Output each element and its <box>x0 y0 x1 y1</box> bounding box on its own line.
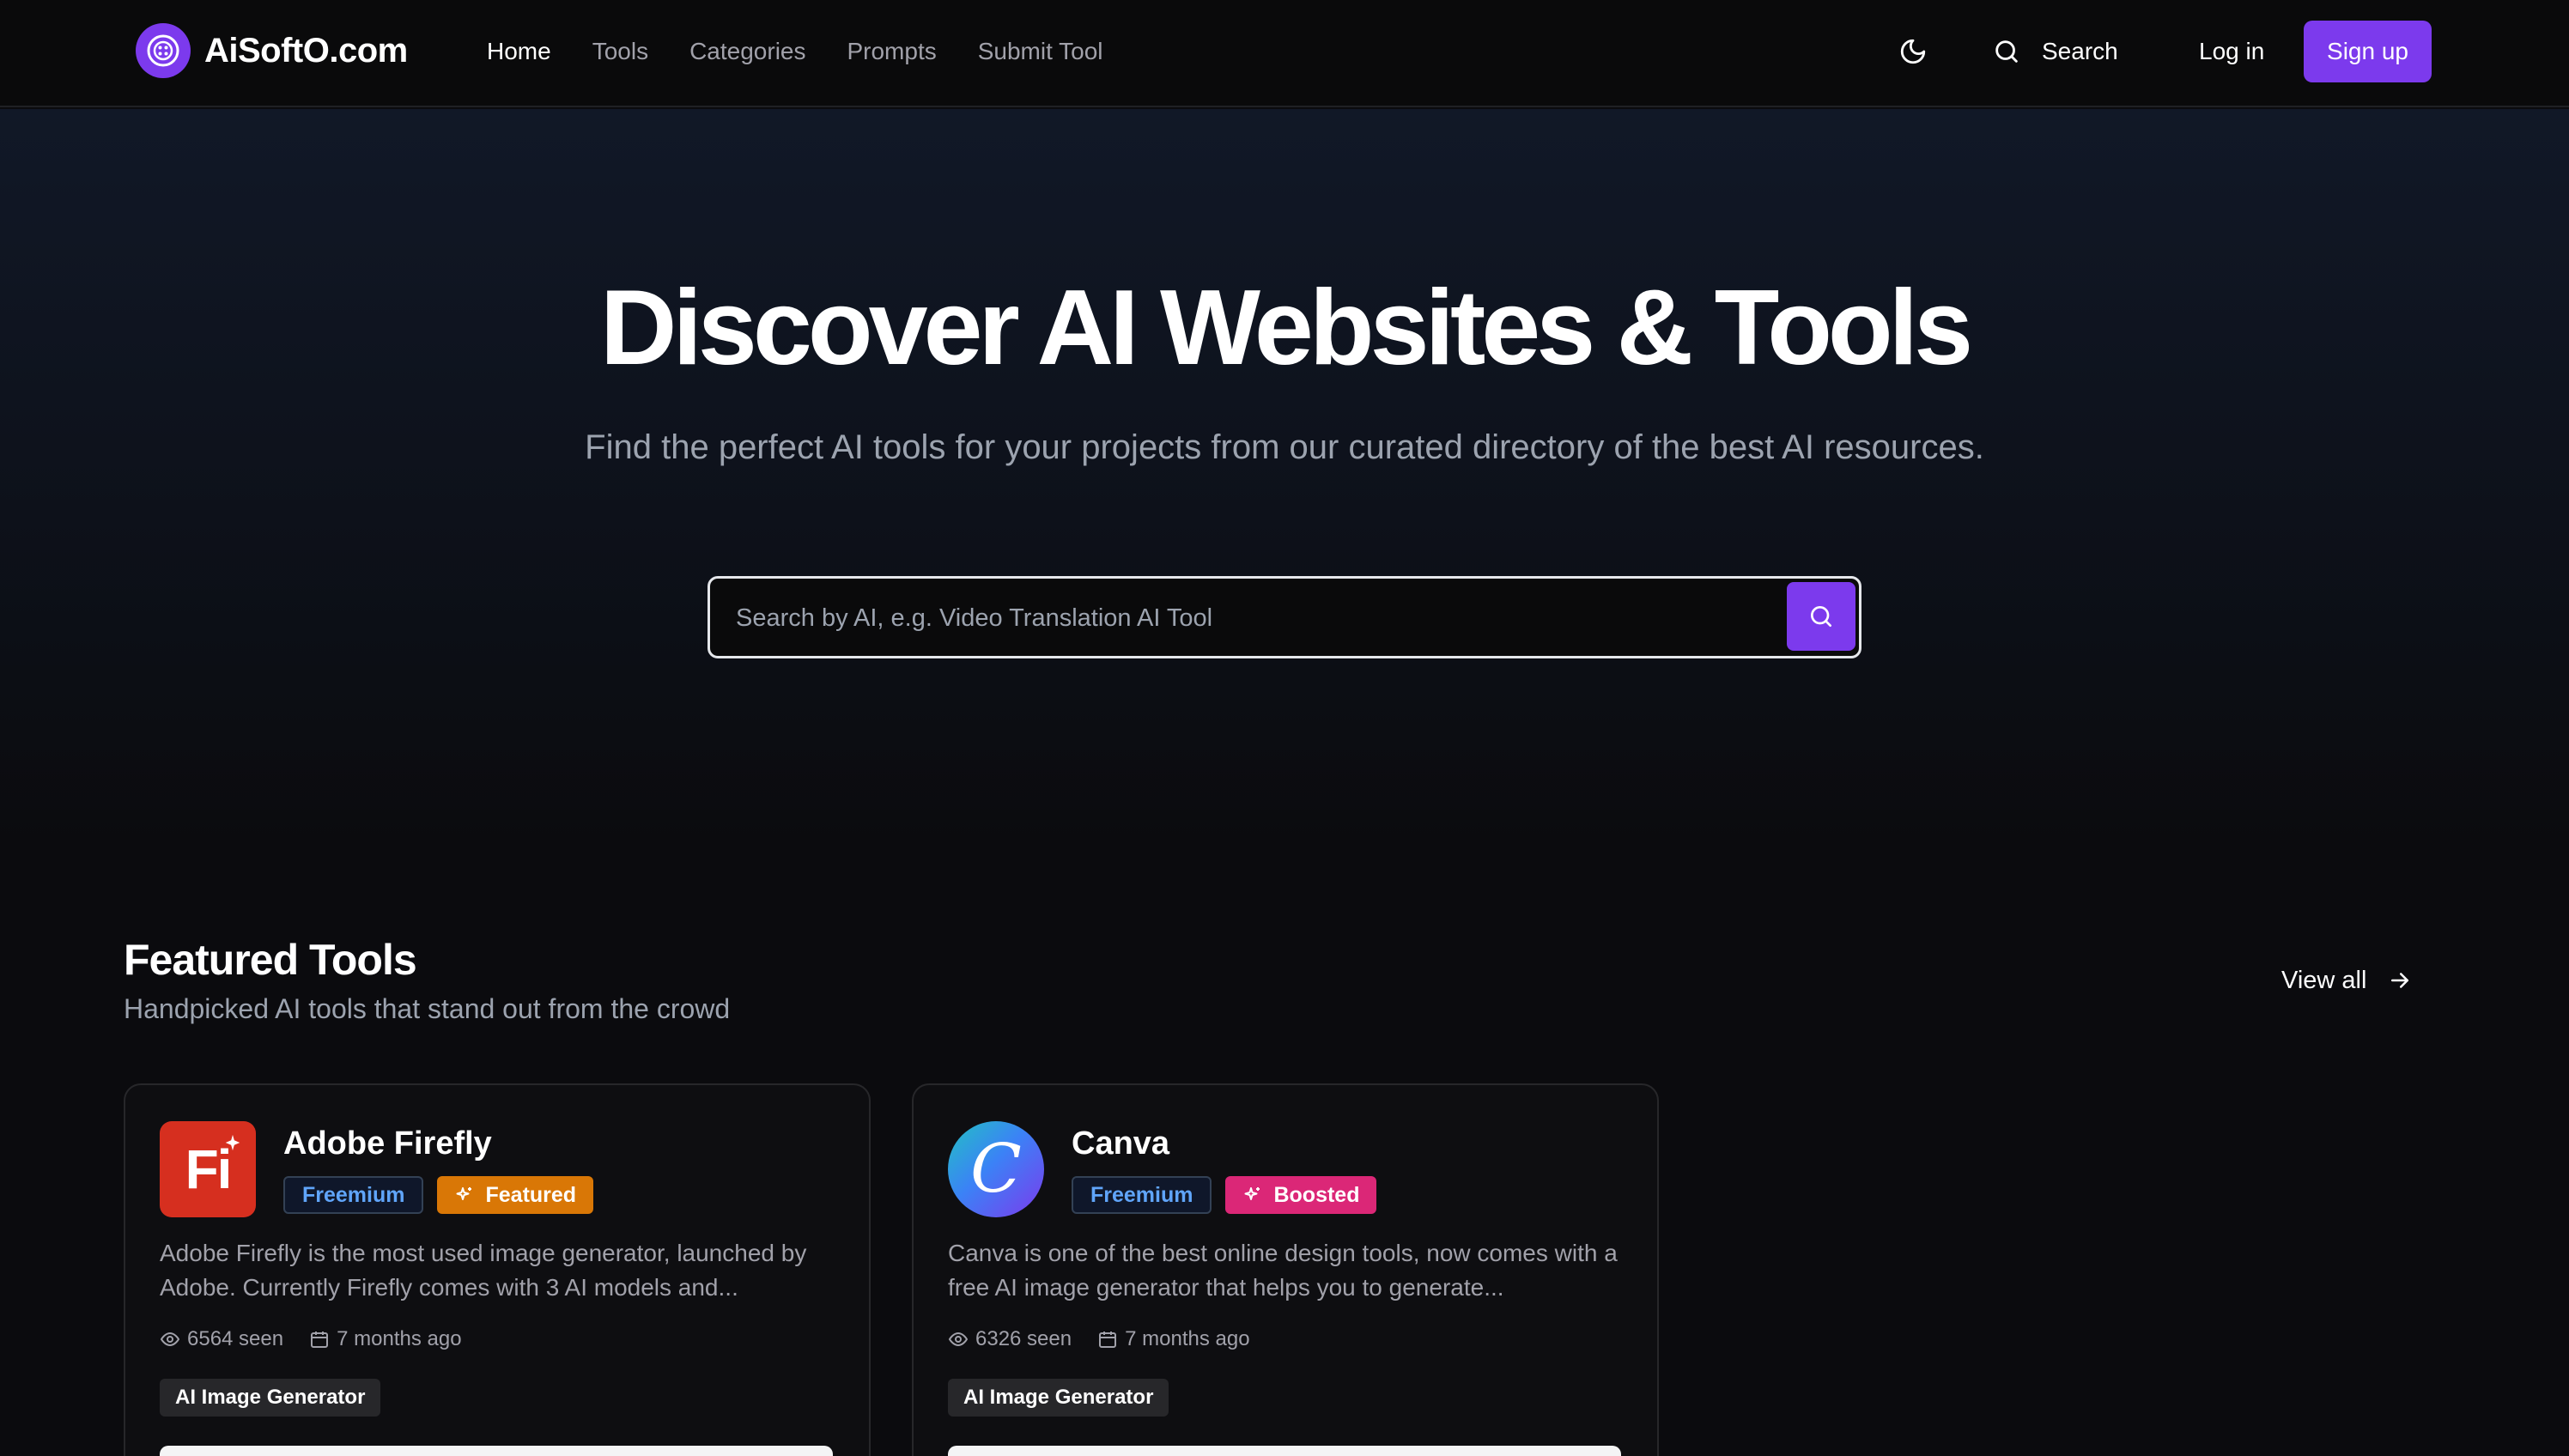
boosted-badge: Boosted <box>1225 1176 1377 1214</box>
view-all-link[interactable]: View all <box>2281 963 2413 998</box>
eye-icon <box>160 1329 180 1350</box>
tool-name[interactable]: Adobe Firefly <box>283 1123 492 1164</box>
sparkle-icon <box>454 1185 475 1205</box>
tool-description: Canva is one of the best online design t… <box>948 1240 1618 1301</box>
hero-title: Discover AI Websites & Tools <box>599 269 1973 387</box>
tool-description: Adobe Firefly is the most used image gen… <box>160 1240 807 1301</box>
search-icon <box>1995 40 2018 63</box>
hero-search-bar <box>708 576 1861 658</box>
calendar-icon <box>1097 1329 1118 1350</box>
arrow-right-icon <box>2387 968 2413 993</box>
date-posted: 7 months ago <box>1097 1327 1250 1351</box>
tool-badges: Freemium Boosted <box>1072 1176 1390 1214</box>
hero-section: Discover AI Websites & Tools Find the pe… <box>0 109 2569 847</box>
eye-icon <box>948 1329 969 1350</box>
top-navbar: AiSoftO.com Home Tools Categories Prompt… <box>0 0 2569 107</box>
category-tag[interactable]: AI Image Generator <box>160 1379 381 1417</box>
tool-preview-image <box>948 1446 1621 1456</box>
featured-subtitle: Handpicked AI tools that stand out from … <box>124 993 731 1024</box>
nav-submit-tool[interactable]: Submit Tool <box>978 34 1103 69</box>
pricing-badge: Freemium <box>283 1176 424 1214</box>
adobe-firefly-logo: Fi <box>160 1121 256 1217</box>
site-logo[interactable]: AiSoftO.com <box>136 23 408 78</box>
boosted-badge-label: Boosted <box>1273 1182 1360 1207</box>
tool-preview-image <box>160 1446 833 1456</box>
tool-meta: 6564 seen 7 months ago <box>160 1327 488 1351</box>
featured-title: Featured Tools <box>124 936 417 984</box>
sparkle-icon <box>1242 1185 1263 1205</box>
view-count: 6564 seen <box>160 1327 283 1351</box>
date-posted: 7 months ago <box>309 1327 462 1351</box>
calendar-icon <box>309 1329 330 1350</box>
signup-button[interactable]: Sign up <box>2304 21 2432 82</box>
view-count: 6326 seen <box>948 1327 1072 1351</box>
hero-search-submit-button[interactable] <box>1787 582 1855 651</box>
nav-prompts[interactable]: Prompts <box>847 34 936 69</box>
nav-tools[interactable]: Tools <box>592 34 648 69</box>
login-button[interactable]: Log in <box>2199 34 2264 69</box>
sparkle-icon <box>225 1134 240 1151</box>
search-icon <box>1811 606 1831 627</box>
moon-icon <box>1900 39 1926 64</box>
tool-card-canva[interactable]: C Canva Freemium Boosted Canva is one of… <box>912 1083 1659 1456</box>
featured-badge-label: Featured <box>485 1182 577 1207</box>
search-label: Search <box>2042 38 2118 64</box>
nav-home[interactable]: Home <box>487 34 551 69</box>
featured-badge: Featured <box>437 1176 594 1214</box>
view-all-label: View all <box>2281 967 2367 994</box>
hero-subtitle: Find the perfect AI tools for your proje… <box>585 428 1984 466</box>
main-nav: Home Tools Categories Prompts Submit Too… <box>487 34 1145 69</box>
canva-logo: C <box>948 1121 1044 1217</box>
logo-text: AiSoftO.com <box>204 31 408 70</box>
theme-toggle-button[interactable] <box>1894 33 1932 70</box>
tool-meta: 6326 seen 7 months ago <box>948 1327 1276 1351</box>
hero-search-input[interactable] <box>736 594 1766 642</box>
header-search-button[interactable]: Search <box>1992 31 2118 72</box>
logo-icon <box>136 23 191 78</box>
tool-card-adobe-firefly[interactable]: Fi Adobe Firefly Freemium Featured Adobe… <box>124 1083 871 1456</box>
nav-categories[interactable]: Categories <box>689 34 805 69</box>
pricing-badge: Freemium <box>1072 1176 1212 1214</box>
category-tag[interactable]: AI Image Generator <box>948 1379 1169 1417</box>
tool-name[interactable]: Canva <box>1072 1123 1169 1164</box>
tool-badges: Freemium Featured <box>283 1176 607 1214</box>
